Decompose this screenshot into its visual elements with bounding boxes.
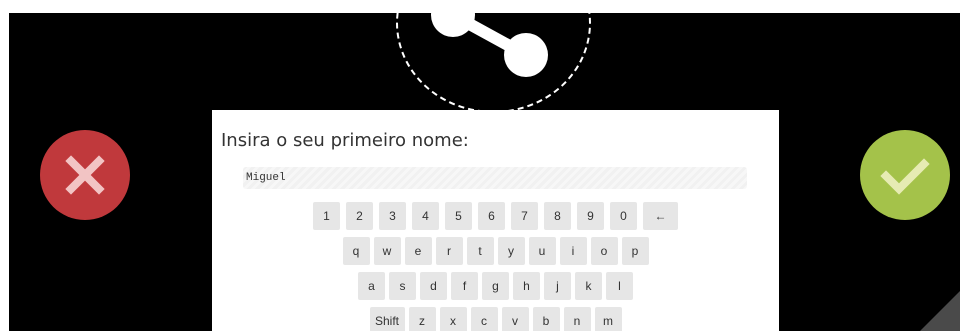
keyboard-row-zxcv: Shift z x c v b n m [212, 307, 779, 331]
share-icon [431, 13, 548, 77]
app-stage: Insira o seu primeiro nome: Miguel 1 2 3… [9, 13, 960, 331]
key-9[interactable]: 9 [577, 202, 604, 230]
key-e[interactable]: e [404, 237, 432, 265]
key-v[interactable]: v [501, 307, 529, 331]
key-r[interactable]: r [435, 237, 463, 265]
key-5[interactable]: 5 [445, 202, 472, 230]
keyboard-row-numbers: 1 2 3 4 5 6 7 8 9 0 ← [212, 202, 779, 230]
key-2[interactable]: 2 [346, 202, 373, 230]
cancel-button[interactable] [40, 130, 130, 220]
key-0[interactable]: 0 [610, 202, 637, 230]
key-h[interactable]: h [513, 272, 540, 300]
keyboard-row-asdf: a s d f g h j k l [212, 272, 779, 300]
key-l[interactable]: l [606, 272, 633, 300]
name-prompt: Insira o seu primeiro nome: [221, 130, 469, 151]
key-7[interactable]: 7 [511, 202, 538, 230]
key-g[interactable]: g [482, 272, 509, 300]
key-f[interactable]: f [451, 272, 478, 300]
key-q[interactable]: q [342, 237, 370, 265]
shift-key[interactable]: Shift [369, 307, 405, 331]
key-w[interactable]: w [373, 237, 401, 265]
key-z[interactable]: z [408, 307, 436, 331]
close-icon [65, 155, 105, 195]
key-3[interactable]: 3 [379, 202, 406, 230]
confirm-button[interactable] [860, 130, 950, 220]
key-s[interactable]: s [389, 272, 416, 300]
key-b[interactable]: b [532, 307, 560, 331]
key-c[interactable]: c [470, 307, 498, 331]
key-d[interactable]: d [420, 272, 447, 300]
key-m[interactable]: m [594, 307, 622, 331]
key-6[interactable]: 6 [478, 202, 505, 230]
key-a[interactable]: a [358, 272, 385, 300]
key-p[interactable]: p [621, 237, 649, 265]
key-i[interactable]: i [559, 237, 587, 265]
key-x[interactable]: x [439, 307, 467, 331]
share-badge[interactable] [396, 13, 591, 113]
key-u[interactable]: u [528, 237, 556, 265]
key-t[interactable]: t [466, 237, 494, 265]
key-n[interactable]: n [563, 307, 591, 331]
first-name-input[interactable]: Miguel [243, 167, 747, 189]
check-icon [880, 158, 930, 195]
key-j[interactable]: j [544, 272, 571, 300]
name-entry-panel: Insira o seu primeiro nome: Miguel 1 2 3… [212, 110, 779, 331]
key-8[interactable]: 8 [544, 202, 571, 230]
key-4[interactable]: 4 [412, 202, 439, 230]
keyboard-row-qwerty: q w e r t y u i o p [212, 237, 779, 265]
backspace-key[interactable]: ← [643, 202, 678, 230]
key-1[interactable]: 1 [313, 202, 340, 230]
key-o[interactable]: o [590, 237, 618, 265]
key-k[interactable]: k [575, 272, 602, 300]
corner-resize-handle [920, 291, 960, 331]
key-y[interactable]: y [497, 237, 525, 265]
